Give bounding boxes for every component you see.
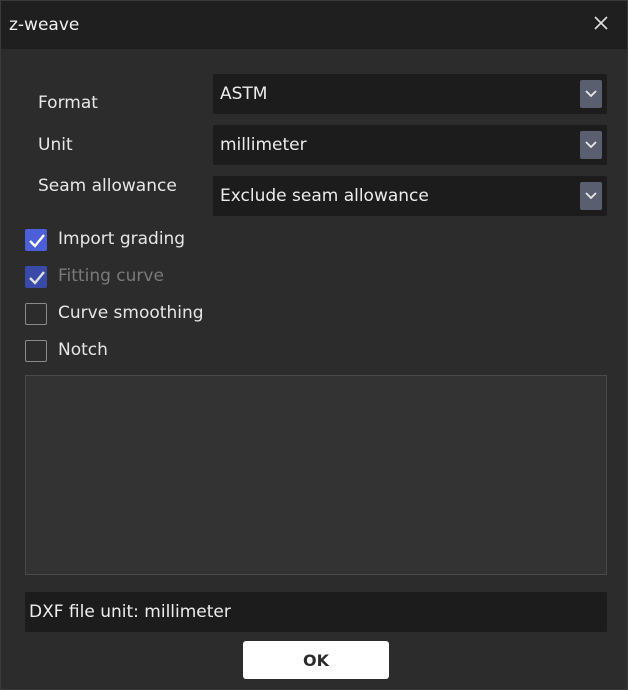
fitting-curve-label: Fitting curve bbox=[58, 266, 164, 286]
seam-allowance-select-value: Exclude seam allowance bbox=[220, 186, 429, 206]
details-panel bbox=[25, 375, 607, 575]
seam-allowance-dropdown-button[interactable] bbox=[580, 182, 602, 210]
close-icon bbox=[594, 16, 608, 30]
ok-button[interactable]: OK bbox=[243, 641, 389, 679]
import-dialog: z-weave Format ASTM Unit millimeter Seam… bbox=[0, 0, 628, 690]
fitting-curve-checkbox bbox=[25, 266, 47, 288]
dxf-unit-info: DXF file unit: millimeter bbox=[25, 592, 607, 632]
unit-label: Unit bbox=[38, 135, 73, 155]
unit-select-value: millimeter bbox=[220, 135, 307, 155]
import-grading-checkbox[interactable] bbox=[25, 229, 47, 251]
format-select-value: ASTM bbox=[220, 84, 268, 104]
import-grading-label: Import grading bbox=[58, 229, 186, 249]
format-select[interactable]: ASTM bbox=[213, 74, 607, 114]
format-dropdown-button[interactable] bbox=[580, 80, 602, 108]
curve-smoothing-checkbox[interactable] bbox=[25, 303, 47, 325]
curve-smoothing-label: Curve smoothing bbox=[58, 303, 204, 323]
checkmark-icon bbox=[29, 234, 45, 248]
checkmark-icon bbox=[29, 271, 45, 285]
seam-allowance-select[interactable]: Exclude seam allowance bbox=[213, 176, 607, 216]
unit-dropdown-button[interactable] bbox=[580, 131, 602, 159]
unit-select[interactable]: millimeter bbox=[213, 125, 607, 165]
notch-label: Notch bbox=[58, 340, 108, 360]
seam-allowance-label: Seam allowance bbox=[38, 176, 177, 196]
chevron-down-icon bbox=[585, 90, 597, 98]
title-bar[interactable]: z-weave bbox=[1, 1, 627, 49]
dxf-unit-text: DXF file unit: millimeter bbox=[29, 602, 231, 622]
notch-checkbox[interactable] bbox=[25, 340, 47, 362]
chevron-down-icon bbox=[585, 192, 597, 200]
close-button[interactable] bbox=[587, 9, 615, 37]
window-title: z-weave bbox=[9, 15, 80, 35]
chevron-down-icon bbox=[585, 141, 597, 149]
format-label: Format bbox=[38, 93, 98, 113]
